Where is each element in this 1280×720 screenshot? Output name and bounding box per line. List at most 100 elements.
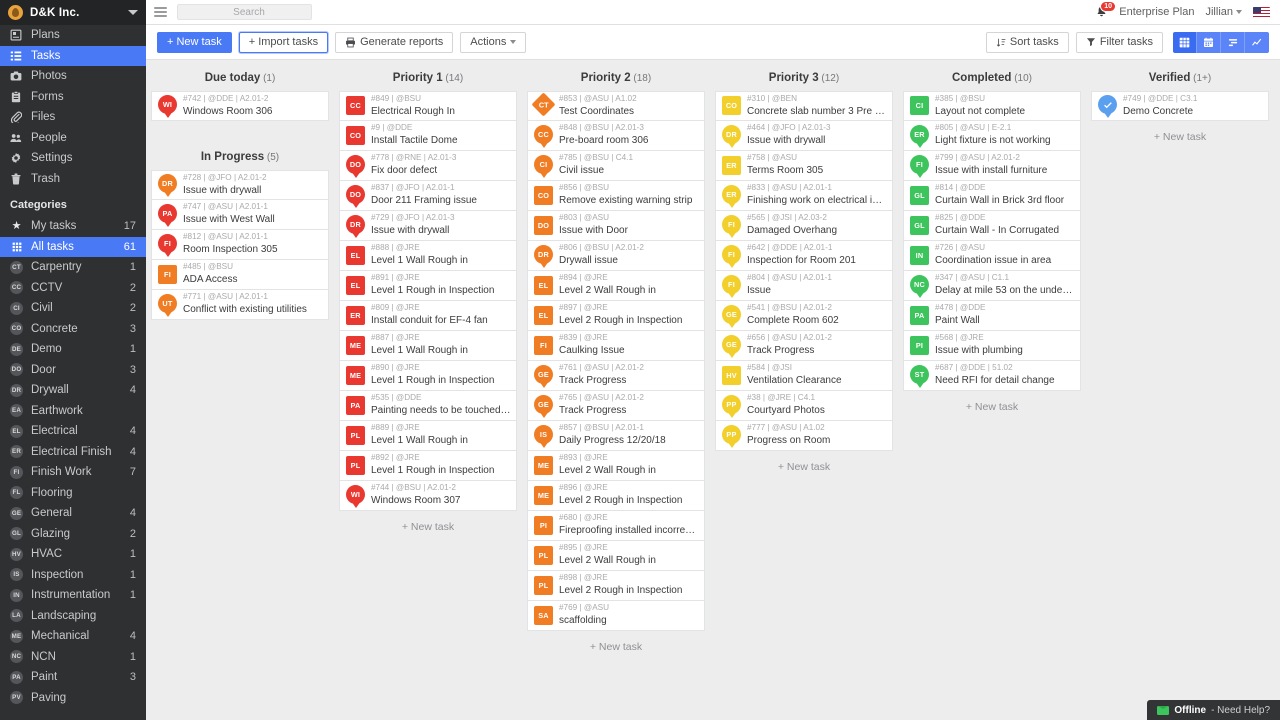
category-item-cctv[interactable]: CC CCTV 2	[0, 278, 146, 299]
category-item-hvac[interactable]: HV HVAC 1	[0, 544, 146, 565]
task-card[interactable]: UT #771 | @ASU | A2.01-1 Conflict with exi…	[151, 290, 329, 320]
category-item-ncn[interactable]: NC NCN 1	[0, 647, 146, 668]
generate-reports-button[interactable]: Generate reports	[335, 31, 454, 53]
category-item-earthwork[interactable]: EA Earthwork	[0, 401, 146, 422]
sidebar-item-people[interactable]: People	[0, 128, 146, 149]
task-card[interactable]: EL #891 | @JRE Level 1 Rough in Inspection	[339, 271, 517, 301]
category-item-finish-work[interactable]: FI Finish Work 7	[0, 462, 146, 483]
category-item-paving[interactable]: PV Paving	[0, 688, 146, 709]
task-card[interactable]: ER #758 | @ASU Terms Room 305	[715, 151, 893, 181]
task-card[interactable]: PL #892 | @JRE Level 1 Rough in Inspection	[339, 451, 517, 481]
category-item-door[interactable]: DO Door 3	[0, 360, 146, 381]
category-item-all-tasks[interactable]: All tasks 61	[0, 236, 146, 257]
task-card[interactable]: IS #857 | @BSU | A2.01-1 Daily Progress 12…	[527, 421, 705, 451]
task-card[interactable]: CO #9 | @DDE Install Tactile Dome	[339, 121, 517, 151]
task-card[interactable]: GE #765 | @ASU | A2.01-2 Track Progress	[527, 391, 705, 421]
task-card[interactable]: ER #833 | @ASU | A2.01-1 Finishing work on…	[715, 181, 893, 211]
category-item-electrical[interactable]: EL Electrical 4	[0, 421, 146, 442]
grid-view-icon[interactable]	[1173, 31, 1197, 53]
add-new-task-link[interactable]: + New task	[1091, 121, 1269, 153]
task-card[interactable]: ME #893 | @JRE Level 2 Wall Rough in	[527, 451, 705, 481]
task-card[interactable]: CO #310 | @BEN Concrete slab number 3 Pre …	[715, 91, 893, 121]
category-item-electrical-finish[interactable]: ER Electrical Finish 4	[0, 442, 146, 463]
task-card[interactable]: PL #889 | @JRE Level 1 Wall Rough in	[339, 421, 517, 451]
brand-header[interactable]: D&K Inc.	[0, 0, 146, 25]
task-card[interactable]: CC #848 | @BSU | A2.01-3 Pre-board room 30…	[527, 121, 705, 151]
category-item-instrumentation[interactable]: IN Instrumentation 1	[0, 585, 146, 606]
user-menu[interactable]: Jillian	[1205, 6, 1242, 18]
us-flag-icon[interactable]	[1253, 6, 1270, 18]
category-item-civil[interactable]: CI Civil 2	[0, 298, 146, 319]
task-card[interactable]: PL #898 | @JRE Level 2 Rough in Inspection	[527, 571, 705, 601]
task-card[interactable]: EL #888 | @JRE Level 1 Wall Rough in	[339, 241, 517, 271]
task-card[interactable]: IN #726 | @ASU Coordination issue in area	[903, 241, 1081, 271]
task-card[interactable]: DR #806 | @BSU | A2.01-2 Drywall issue	[527, 241, 705, 271]
task-card[interactable]: WI #742 | @DDE | A2.01-2 Windows Room 306	[151, 91, 329, 121]
sidebar-item-settings[interactable]: Settings	[0, 148, 146, 169]
notifications-button[interactable]: 10	[1095, 1, 1117, 19]
sidebar-item-plans[interactable]: Plans	[0, 25, 146, 46]
category-item-flooring[interactable]: FL Flooring	[0, 483, 146, 504]
chevron-down-icon[interactable]	[128, 10, 138, 15]
task-card[interactable]: CI #785 | @BSU | C4.1 Civil issue	[527, 151, 705, 181]
task-card[interactable]: NC #347 | @ASU | C1.1 Delay at mile 53 on …	[903, 271, 1081, 301]
task-card[interactable]: CT #853 | @ASU | A1.02 Test Coordinates	[527, 91, 705, 121]
task-card[interactable]: FI #565 | @JSI | A2.03-2 Damaged Overhang	[715, 211, 893, 241]
task-card[interactable]: PI #568 | @JRE Issue with plumbing	[903, 331, 1081, 361]
task-card[interactable]: PP #777 | @ASU | A1.02 Progress on Room	[715, 421, 893, 451]
category-item-demo[interactable]: DE Demo 1	[0, 339, 146, 360]
category-item-drywall[interactable]: DR Drywall 4	[0, 380, 146, 401]
search-input[interactable]	[183, 6, 315, 18]
task-card[interactable]: EL #897 | @JRE Level 2 Rough in Inspection	[527, 301, 705, 331]
task-card[interactable]: PP #38 | @JRE | C4.1 Courtyard Photos	[715, 391, 893, 421]
task-card[interactable]: WI #744 | @BSU | A2.01-2 Windows Room 307	[339, 481, 517, 511]
chart-view-icon[interactable]	[1245, 31, 1269, 53]
task-card[interactable]: GE #541 | @BSU | A2.01-2 Complete Room 602	[715, 301, 893, 331]
task-card[interactable]: PA #478 | @DDE Paint Wall	[903, 301, 1081, 331]
task-card[interactable]: DR #464 | @JFO | A2.01-3 Issue with drywal…	[715, 121, 893, 151]
task-card[interactable]: ME #887 | @JRE Level 1 Wall Rough in	[339, 331, 517, 361]
category-item-carpentry[interactable]: CT Carpentry 1	[0, 257, 146, 278]
task-card[interactable]: FI #812 | @ASU | A2.01-1 Room Inspection 3…	[151, 230, 329, 260]
category-item-inspection[interactable]: IS Inspection 1	[0, 565, 146, 586]
sort-tasks-button[interactable]: Sort tasks	[985, 31, 1069, 53]
category-item-glazing[interactable]: GL Glazing 2	[0, 524, 146, 545]
task-card[interactable]: FI #804 | @ASU | A2.01-1 Issue	[715, 271, 893, 301]
actions-button[interactable]: Actions	[460, 31, 527, 53]
sidebar-item-forms[interactable]: Forms	[0, 87, 146, 108]
task-card[interactable]: PA #535 | @DDE Painting needs to be touche…	[339, 391, 517, 421]
category-item-paint[interactable]: PA Paint 3	[0, 667, 146, 688]
category-item-general[interactable]: GE General 4	[0, 503, 146, 524]
task-card[interactable]: ER #809 | @JRE Install conduit for EF-4 fa…	[339, 301, 517, 331]
new-task-button[interactable]: + New task	[157, 31, 232, 53]
task-card[interactable]: #749 | @DDE | C3.1 Demo Concrete	[1091, 91, 1269, 121]
task-card[interactable]: EL #894 | @JRE Level 2 Wall Rough in	[527, 271, 705, 301]
task-card[interactable]: PL #895 | @JRE Level 2 Wall Rough in	[527, 541, 705, 571]
task-card[interactable]: DR #728 | @JFO | A2.01-2 Issue with drywal…	[151, 170, 329, 200]
search-box[interactable]	[177, 4, 315, 20]
sidebar-item-tasks[interactable]: Tasks	[0, 45, 146, 66]
task-card[interactable]: HV #584 | @JSI Ventilation Clearance	[715, 361, 893, 391]
task-card[interactable]: GE #656 | @ASU | A2.01-2 Track Progress	[715, 331, 893, 361]
task-card[interactable]: DO #837 | @JFO | A2.01-1 Door 211 Framing …	[339, 181, 517, 211]
task-card[interactable]: ME #896 | @JRE Level 2 Rough in Inspection	[527, 481, 705, 511]
task-card[interactable]: DO #803 | @ASU Issue with Door	[527, 211, 705, 241]
add-new-task-link[interactable]: + New task	[527, 631, 705, 663]
task-card[interactable]: FI #839 | @JRE Caulking Issue	[527, 331, 705, 361]
task-card[interactable]: PA #747 | @ASU | A2.01-1 Issue with West W…	[151, 200, 329, 230]
task-card[interactable]: PI #680 | @JRE Fireproofing installed inco…	[527, 511, 705, 541]
add-new-task-link[interactable]: + New task	[715, 451, 893, 483]
sidebar-item-photos[interactable]: Photos	[0, 66, 146, 87]
add-new-task-link[interactable]: + New task	[339, 511, 517, 543]
category-item-concrete[interactable]: CO Concrete 3	[0, 319, 146, 340]
category-item-mechanical[interactable]: ME Mechanical 4	[0, 626, 146, 647]
offline-help-widget[interactable]: Offline - Need Help?	[1147, 700, 1280, 720]
task-card[interactable]: ST #687 | @DDE | 51.02 Need RFI for detail…	[903, 361, 1081, 391]
hamburger-icon[interactable]	[154, 7, 167, 17]
task-card[interactable]: CI #385 | @BSU Layout not complete	[903, 91, 1081, 121]
add-new-task-link[interactable]: + New task	[903, 391, 1081, 423]
gantt-view-icon[interactable]	[1221, 31, 1245, 53]
category-item-my-tasks[interactable]: ★ My tasks 17	[0, 216, 146, 237]
task-card[interactable]: SA #769 | @ASU scaffolding	[527, 601, 705, 631]
task-card[interactable]: FI #799 | @ASU | A2.01-2 Issue with instal…	[903, 151, 1081, 181]
